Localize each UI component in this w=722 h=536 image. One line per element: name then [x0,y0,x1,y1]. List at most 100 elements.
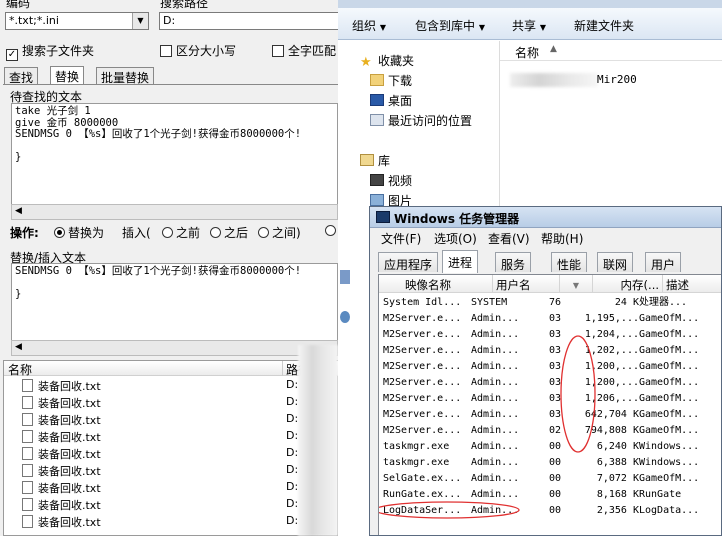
annotation-ellipse-cpu [560,335,596,453]
text-file-icon [22,464,33,477]
menu-file[interactable]: 文件(F) [381,230,421,247]
new-folder-button[interactable]: 新建文件夹 [574,17,634,34]
network-icon [340,311,350,323]
nav-libraries[interactable]: 库 [360,152,390,169]
nav-downloads[interactable]: 下载 [370,72,412,89]
case-label: 区分大小写 [176,44,237,58]
file-filter-combo[interactable]: *.txt;*.ini ▼ [5,12,149,30]
insert-label: 插入( [122,226,151,240]
text-file-icon [22,481,33,494]
file-path: D: [286,446,299,459]
annotation-ellipse-row [379,501,520,519]
search-path-input[interactable]: D: [159,12,338,30]
tab-performance[interactable]: 性能 [551,252,588,272]
list-item[interactable]: 装备回收.txt D: [22,514,338,531]
list-item[interactable]: 装备回收.txt D: [22,497,338,514]
operation-label: 操作: [10,226,39,240]
case-option[interactable]: 区分大小写 [160,42,236,59]
list-item[interactable]: 装备回收.txt D: [22,446,338,463]
nav-favorites[interactable]: ★ 收藏夹 [360,52,414,69]
tab-batch-replace[interactable]: 批量替换 [96,67,155,85]
results-list[interactable]: 名称 路径 装备回收.txt D: 装备回收.txt D: 装备回收.txt D: 装备回收… [3,360,338,536]
file-name: 装备回收.txt [38,397,101,410]
radio-selected-icon[interactable] [54,227,65,238]
column-header: 名称 ▲ [500,41,722,61]
tab-processes[interactable]: 进程 [442,250,479,273]
horizontal-scrollbar[interactable]: ◀ [11,340,338,356]
file-path: D: [286,497,299,510]
between-radio[interactable]: 之间) [258,224,301,241]
window-title: Windows 任务管理器 [394,212,520,226]
radio-icon[interactable] [162,227,173,238]
subfolder-option[interactable]: ✓ 搜索子文件夹 [6,42,94,61]
sort-up-icon: ▲ [550,44,557,54]
checkbox-checked-icon[interactable]: ✓ [6,49,18,61]
encoding-label: 编码 [6,0,31,10]
menu-help[interactable]: 帮助(H) [541,230,583,247]
fullword-option[interactable]: 全字匹配 [272,42,336,59]
download-folder-icon [370,74,384,86]
horizontal-scrollbar[interactable]: ◀ [11,204,338,220]
menu-options[interactable]: 选项(O) [434,230,477,247]
tab-replace[interactable]: 替换 [50,66,85,85]
tool-tabs: 查找 替换 批量替换 [4,66,334,85]
list-item[interactable]: 装备回收.txt D: [22,480,338,497]
list-item[interactable]: 装备回收.txt D: [22,395,338,412]
file-path: D: [286,463,299,476]
tab-divider [3,84,338,85]
find-textarea[interactable]: take 光子剑 1 give 金币 8000000 SENDMSG 0 【%s… [11,103,338,206]
title-bar[interactable]: Windows 任务管理器 [370,207,721,228]
file-name: 装备回收.txt [38,380,101,393]
file-name: 装备回收.txt [38,516,101,529]
checkbox-icon[interactable] [272,45,284,57]
before-radio[interactable]: 之前 [162,224,200,241]
text-file-icon [22,396,33,409]
dropdown-arrow-icon: ▼ [379,23,386,32]
tab-services[interactable]: 服务 [495,252,532,272]
search-path-value: D: [163,14,176,27]
file-name: 装备回收.txt [38,431,101,444]
nav-recent[interactable]: 最近访问的位置 [370,112,472,129]
include-in-library-button[interactable]: 包含到库中 ▼ [415,17,485,34]
list-item[interactable]: 装备回收.txt D: [22,463,338,480]
scroll-left-icon[interactable]: ◀ [15,206,22,216]
radio-icon[interactable] [325,225,336,236]
nav-downloads-label: 下载 [388,74,413,88]
extra-radio[interactable] [325,224,338,238]
list-item[interactable]: 装备回收.txt D: [22,378,338,395]
tab-applications[interactable]: 应用程序 [378,252,439,272]
include-label: 包含到库中 [415,19,476,33]
list-item[interactable]: 装备回收.txt D: [22,412,338,429]
after-radio[interactable]: 之后 [210,224,248,241]
menu-view[interactable]: 查看(V) [488,230,530,247]
tab-users[interactable]: 用户 [645,252,682,272]
video-icon [370,174,384,186]
nav-videos[interactable]: 视频 [370,172,412,189]
chevron-down-icon[interactable]: ▼ [132,13,148,29]
tab-find[interactable]: 查找 [4,67,39,85]
replace-textarea[interactable]: SENDMSG 0 【%s】回收了1个光子剑!获得金币8000000个! } [11,263,338,341]
scroll-left-icon[interactable]: ◀ [15,342,22,352]
results-header: 名称 路径 [4,361,338,378]
share-button[interactable]: 共享 ▼ [512,17,546,34]
nav-desktop[interactable]: 桌面 [370,92,412,109]
annotation-layer [379,335,596,519]
radio-icon[interactable] [210,227,221,238]
file-path: D: [286,395,299,408]
organize-label: 组织 [352,19,377,33]
tm-tabs: 应用程序 进程 服务 性能 联网 用户 [378,250,721,274]
text-file-icon [22,498,33,511]
list-item[interactable]: 装备回收.txt D: [22,429,338,446]
checkbox-icon[interactable] [160,45,172,57]
column-name[interactable]: 名称 [515,44,539,61]
picture-icon [370,194,384,206]
blurred-item-prefix [510,73,598,87]
radio-icon[interactable] [258,227,269,238]
before-radio-label: 之前 [176,226,201,240]
process-list[interactable]: 映像名称 用户名 ▼ 内存(... 描述 System Idl... SYSTEM… [378,274,721,535]
column-name[interactable]: 名称 [8,361,32,378]
tab-networking[interactable]: 联网 [597,252,634,272]
organize-button[interactable]: 组织 ▼ [352,17,386,34]
folder-item-name[interactable]: Mir200 [597,73,637,86]
replace-radio[interactable]: 替换为 [54,224,104,241]
